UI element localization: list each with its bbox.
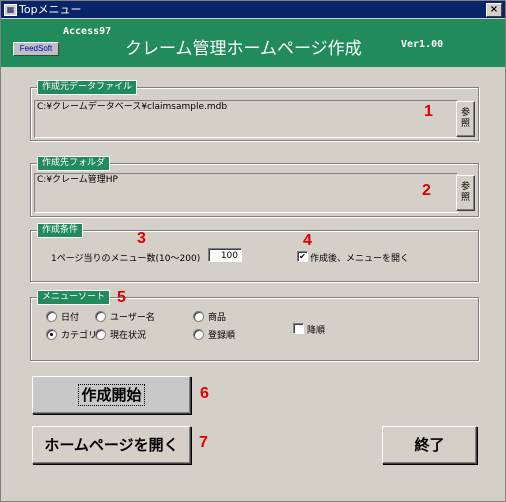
exit-label: 終了 bbox=[414, 436, 445, 454]
dest-folder-group: 作成先フォルダ C:¥クレーム管理HP 参照 bbox=[30, 156, 479, 217]
open-menu-label: 作成後、メニューを開く bbox=[310, 254, 410, 264]
conditions-group: 作成条件 1ページ当りのメニュー数(10〜200) 100 ✔ 作成後、メニュー… bbox=[30, 223, 479, 282]
app-title: クレーム管理ホームページ作成 bbox=[125, 39, 362, 59]
sort-group: メニューソート 日付 ユーザー名 商品 カテゴリ 現在状況 登録順 降順 bbox=[30, 290, 479, 361]
dest-folder-path-field[interactable]: C:¥クレーム管理HP bbox=[34, 173, 458, 213]
open-homepage-button[interactable]: ホームページを開く bbox=[32, 426, 191, 464]
sort-label-registration: 登録順 bbox=[208, 331, 236, 341]
callout-2: 2 bbox=[422, 182, 431, 199]
source-file-path-field[interactable]: C:¥クレームデータベース¥claimsample.mdb bbox=[34, 100, 458, 138]
window-title: Topメニュー bbox=[19, 3, 82, 16]
sort-radio-registration[interactable] bbox=[193, 329, 204, 340]
descending-checkbox[interactable] bbox=[293, 323, 304, 334]
sort-radio-category[interactable] bbox=[46, 329, 57, 340]
app-header: Access97 FeedSoft クレーム管理ホームページ作成 Ver1.00 bbox=[1, 19, 505, 67]
window-icon: ▦ bbox=[4, 4, 17, 16]
sort-radio-username[interactable] bbox=[95, 311, 106, 322]
sort-radio-product[interactable] bbox=[193, 311, 204, 322]
start-create-label: 作成開始 bbox=[78, 384, 145, 406]
per-page-input[interactable]: 100 bbox=[208, 248, 242, 262]
callout-1: 1 bbox=[424, 103, 433, 120]
feedsoft-logo: FeedSoft bbox=[13, 42, 59, 56]
sort-radio-date[interactable] bbox=[46, 311, 57, 322]
open-menu-checkbox[interactable]: ✔ bbox=[297, 251, 308, 262]
callout-7: 7 bbox=[199, 434, 208, 451]
source-file-browse-button[interactable]: 参照 bbox=[456, 101, 475, 137]
callout-5: 5 bbox=[117, 289, 126, 306]
source-file-browse-label: 参照 bbox=[460, 108, 470, 129]
descending-label: 降順 bbox=[307, 326, 326, 336]
source-file-group-label: 作成元データファイル bbox=[37, 80, 138, 95]
callout-6: 6 bbox=[200, 385, 209, 402]
sort-group-label: メニューソート bbox=[37, 290, 111, 305]
open-homepage-label: ホームページを開く bbox=[44, 436, 179, 454]
title-bar: ▦ Topメニュー × bbox=[1, 1, 505, 18]
sort-radio-status[interactable] bbox=[95, 329, 106, 340]
dest-folder-browse-label: 参照 bbox=[460, 182, 470, 203]
app-version: Ver1.00 bbox=[401, 39, 444, 50]
close-button[interactable]: × bbox=[486, 3, 502, 17]
sort-label-category: カテゴリ bbox=[61, 331, 98, 341]
source-file-group: 作成元データファイル C:¥クレームデータベース¥claimsample.mdb… bbox=[30, 80, 479, 141]
sort-label-username: ユーザー名 bbox=[110, 313, 155, 323]
dest-folder-browse-button[interactable]: 参照 bbox=[456, 175, 475, 211]
dest-folder-group-label: 作成先フォルダ bbox=[37, 156, 111, 171]
per-page-label: 1ページ当りのメニュー数(10〜200) bbox=[51, 254, 201, 264]
sort-label-date: 日付 bbox=[61, 313, 80, 323]
access-version-label: Access97 bbox=[63, 26, 112, 37]
conditions-group-label: 作成条件 bbox=[37, 223, 84, 238]
sort-label-product: 商品 bbox=[208, 313, 227, 323]
exit-button[interactable]: 終了 bbox=[382, 426, 477, 464]
callout-3: 3 bbox=[137, 230, 146, 247]
main-window: ▦ Topメニュー × Access97 FeedSoft クレーム管理ホームペ… bbox=[0, 0, 506, 502]
sort-label-status: 現在状況 bbox=[110, 331, 147, 341]
callout-4: 4 bbox=[303, 232, 312, 249]
start-create-button[interactable]: 作成開始 bbox=[32, 376, 191, 414]
